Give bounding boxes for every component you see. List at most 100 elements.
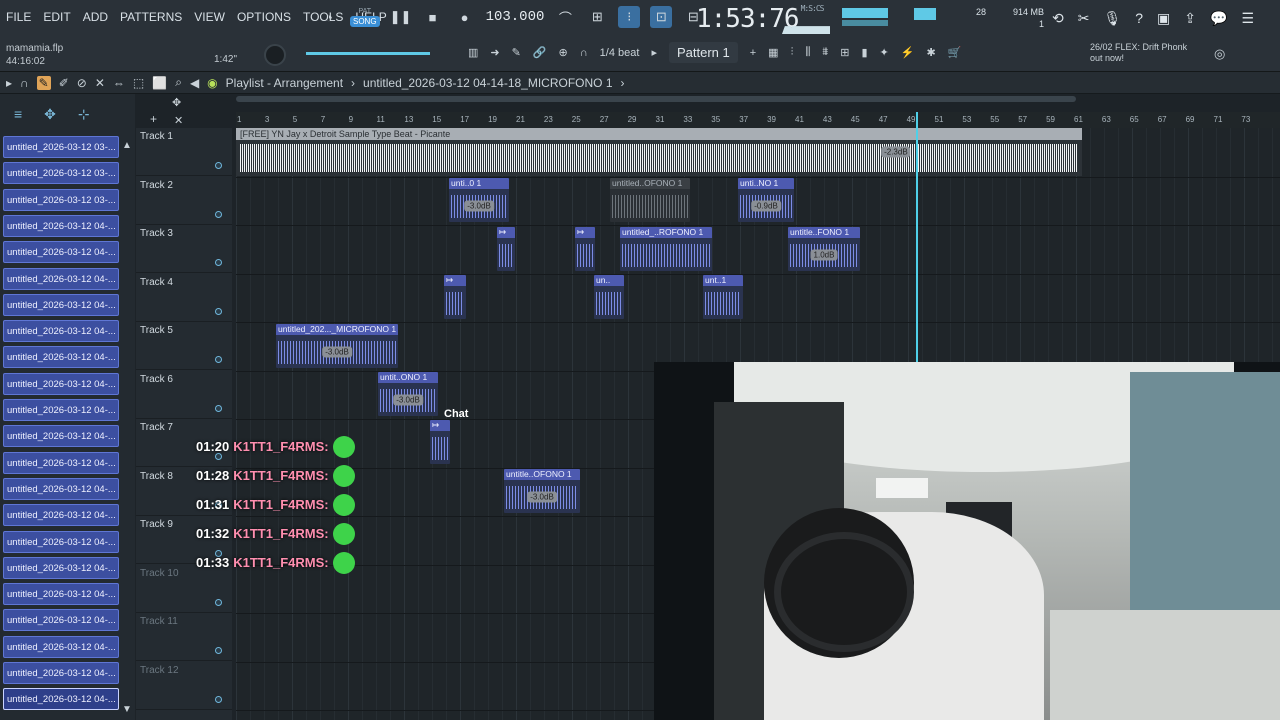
headphone-icon[interactable]: ∩ (20, 76, 29, 90)
sidebar-clip-item[interactable]: untitled_2026-03-12 04-... (3, 425, 119, 448)
cut-icon[interactable]: ✂ (1078, 10, 1090, 27)
sidebar-clip-item[interactable]: untitled_2026-03-12 04-... (3, 688, 119, 711)
mode-switch[interactable]: PAT SONG (350, 7, 380, 27)
chat-icon[interactable]: 💬 (1210, 10, 1227, 27)
blend-icon[interactable]: ⁝ (618, 6, 641, 28)
clip-t4b[interactable]: unt..1 (703, 275, 743, 319)
sidebar-clip-item[interactable]: untitled_2026-03-12 04-... (3, 504, 119, 527)
sidebar-clip-item[interactable]: untitled_2026-03-12 04-... (3, 556, 119, 579)
save-icon[interactable]: ▣ (1157, 10, 1170, 27)
sidebar-clip-item[interactable]: untitled_2026-03-12 04-... (3, 214, 119, 237)
sidebar-scroll-up-icon[interactable]: ▲ (122, 140, 132, 151)
stop-icon[interactable]: ■ (422, 6, 444, 28)
sidebar-clip-item[interactable]: untitled_2026-03-12 04-... (3, 530, 119, 553)
track-header[interactable]: Track 5 (136, 322, 232, 370)
step-icon[interactable]: ⊞ (586, 6, 608, 28)
arrow-icon[interactable]: ➜ (490, 46, 499, 59)
track-select-dot[interactable] (215, 162, 222, 169)
sidebar-move-icon[interactable]: ✥ (44, 106, 56, 123)
snap-arrow-icon[interactable]: ▸ (651, 46, 657, 59)
plugin-icon[interactable]: ▮ (861, 46, 867, 59)
sidebar-clip-item[interactable]: untitled_2026-03-12 04-... (3, 583, 119, 606)
menu-options[interactable]: OPTIONS (237, 10, 291, 24)
menu-icon[interactable]: ☰ (1241, 10, 1254, 27)
plug-icon[interactable]: ⚡ (901, 46, 915, 59)
tempo-tap-icon[interactable]: ✱ (926, 46, 935, 59)
delete-icon[interactable]: ⊘ (77, 76, 87, 90)
tag-icon[interactable]: ✦ (880, 46, 889, 59)
clip-t3a[interactable]: untitled_..ROFONO 1 (620, 227, 712, 271)
clip-t4a[interactable]: un.. (594, 275, 624, 319)
sidebar-clip-item[interactable]: untitled_2026-03-12 04-... (3, 662, 119, 684)
track-select-dot[interactable] (215, 598, 222, 606)
zoom-icon[interactable]: ⬜ (152, 76, 167, 90)
slip-icon[interactable]: ⇔ (113, 76, 125, 90)
channel-rack-icon[interactable]: ⫶ (791, 46, 794, 59)
track-header[interactable]: Track 2 (136, 177, 232, 225)
sidebar-cut-icon[interactable]: ⊹ (78, 106, 90, 123)
timeline-ruler[interactable]: 1 3 5 7 9 11 13 15 17 19 21 23 25 27 29 31 33 35 37 39 41 43 4… (236, 112, 1280, 128)
menu-edit[interactable]: EDIT (43, 10, 70, 24)
snap-value[interactable]: 1/4 beat (600, 47, 640, 59)
metronome-icon[interactable]: ◔ (318, 6, 340, 28)
clip-t6a[interactable]: untit..ONO 1 -3.0dB (378, 372, 438, 416)
track-select-dot[interactable] (215, 356, 222, 363)
clip-t2b[interactable]: untitled..OFONO 1 (610, 178, 690, 222)
track-select-dot[interactable] (215, 307, 222, 315)
master-volume-slider[interactable] (306, 52, 430, 55)
track-select-dot[interactable] (215, 259, 222, 266)
menu-file[interactable]: FILE (6, 10, 31, 24)
menu-view[interactable]: VIEW (194, 10, 225, 24)
master-knob[interactable] (264, 44, 286, 66)
track-header[interactable]: Track 6 (136, 371, 232, 419)
menu-patterns[interactable]: PATTERNS (120, 10, 182, 24)
sidebar-clip-item[interactable]: untitled_2026-03-12 04-... (3, 635, 119, 658)
add-track-icon[interactable]: + (150, 112, 157, 126)
track-select-dot[interactable] (215, 210, 222, 218)
loop-record-icon[interactable]: ⊡ (650, 6, 673, 28)
sidebar-clip-item[interactable]: untitled_2026-03-12 04-... (3, 451, 119, 474)
news-panel[interactable]: 26/02 FLEX: Drift Phonk out now! (1090, 42, 1187, 64)
pan-icon[interactable]: ✥ (172, 96, 181, 109)
sidebar-clip-item[interactable]: untitled_2026-03-12 03-... (3, 136, 119, 158)
track-header[interactable]: Track 4 (136, 274, 232, 322)
sidebar-clip-item[interactable]: untitled_2026-03-12 04-... (3, 267, 119, 290)
help-icon[interactable]: ? (1135, 10, 1143, 27)
sidebar-clip-item[interactable]: untitled_2026-03-12 04-... (3, 346, 119, 369)
clip-t3b[interactable]: untitle..FONO 1 1.0dB (788, 227, 860, 271)
playhead[interactable] (916, 112, 918, 362)
sidebar-clip-item[interactable]: untitled_2026-03-12 04-... (3, 320, 119, 343)
sidebar-clip-item[interactable]: untitled_2026-03-12 04-... (3, 399, 119, 421)
track-header[interactable]: Track 3 (136, 225, 232, 273)
pencil-icon[interactable]: ✎ (512, 46, 521, 59)
clip-t4-small[interactable]: ↦ (444, 275, 466, 319)
playlist-icon[interactable]: ▦ (768, 46, 778, 59)
clip-t3-small-1[interactable]: ↦ (497, 227, 515, 271)
select-icon[interactable]: ⬚ (133, 76, 144, 90)
link-icon[interactable]: 🔗 (533, 46, 547, 59)
track-select-dot[interactable] (215, 647, 222, 654)
clip-t3-small-2[interactable]: ↦ (575, 227, 595, 271)
mic-icon[interactable]: 🎙 (1103, 10, 1121, 27)
track-header[interactable]: Track 11 (136, 613, 232, 661)
close-track-icon[interactable]: ✕ (174, 114, 183, 127)
sidebar-scroll-down-icon[interactable]: ▼ (122, 704, 132, 715)
mixer-icon[interactable]: ⫼ (805, 46, 810, 59)
clip-t2c[interactable]: unti..NO 1 -0.9dB (738, 178, 794, 222)
piano-icon[interactable]: ▥ (468, 46, 478, 59)
piano-roll-icon[interactable]: ⩩ (822, 46, 828, 59)
sidebar-clip-item[interactable]: untitled_2026-03-12 04-... (3, 241, 119, 264)
export-icon[interactable]: ⇪ (1184, 10, 1196, 27)
browser-icon[interactable]: ⊞ (840, 46, 849, 59)
draw-tool-icon[interactable]: ✎ (36, 75, 51, 90)
clip-t5a[interactable]: untitled_202..._MICROFONO 1 -3.0dB (276, 324, 398, 368)
sidebar-clip-item[interactable]: untitled_2026-03-12 04-... (3, 609, 119, 632)
clip-t2a[interactable]: unti..0 1 -3.0dB (449, 178, 509, 222)
paint-icon[interactable]: ✐ (59, 76, 69, 90)
add-pattern-icon[interactable]: + (750, 47, 756, 59)
menu-add[interactable]: ADD (83, 10, 108, 24)
track-header[interactable]: Track 1 (136, 128, 232, 176)
pattern-selector[interactable]: Pattern 1 (668, 42, 738, 63)
undo-icon[interactable]: ⟲ (1052, 10, 1064, 27)
track-header[interactable]: Track 12 (136, 662, 232, 710)
